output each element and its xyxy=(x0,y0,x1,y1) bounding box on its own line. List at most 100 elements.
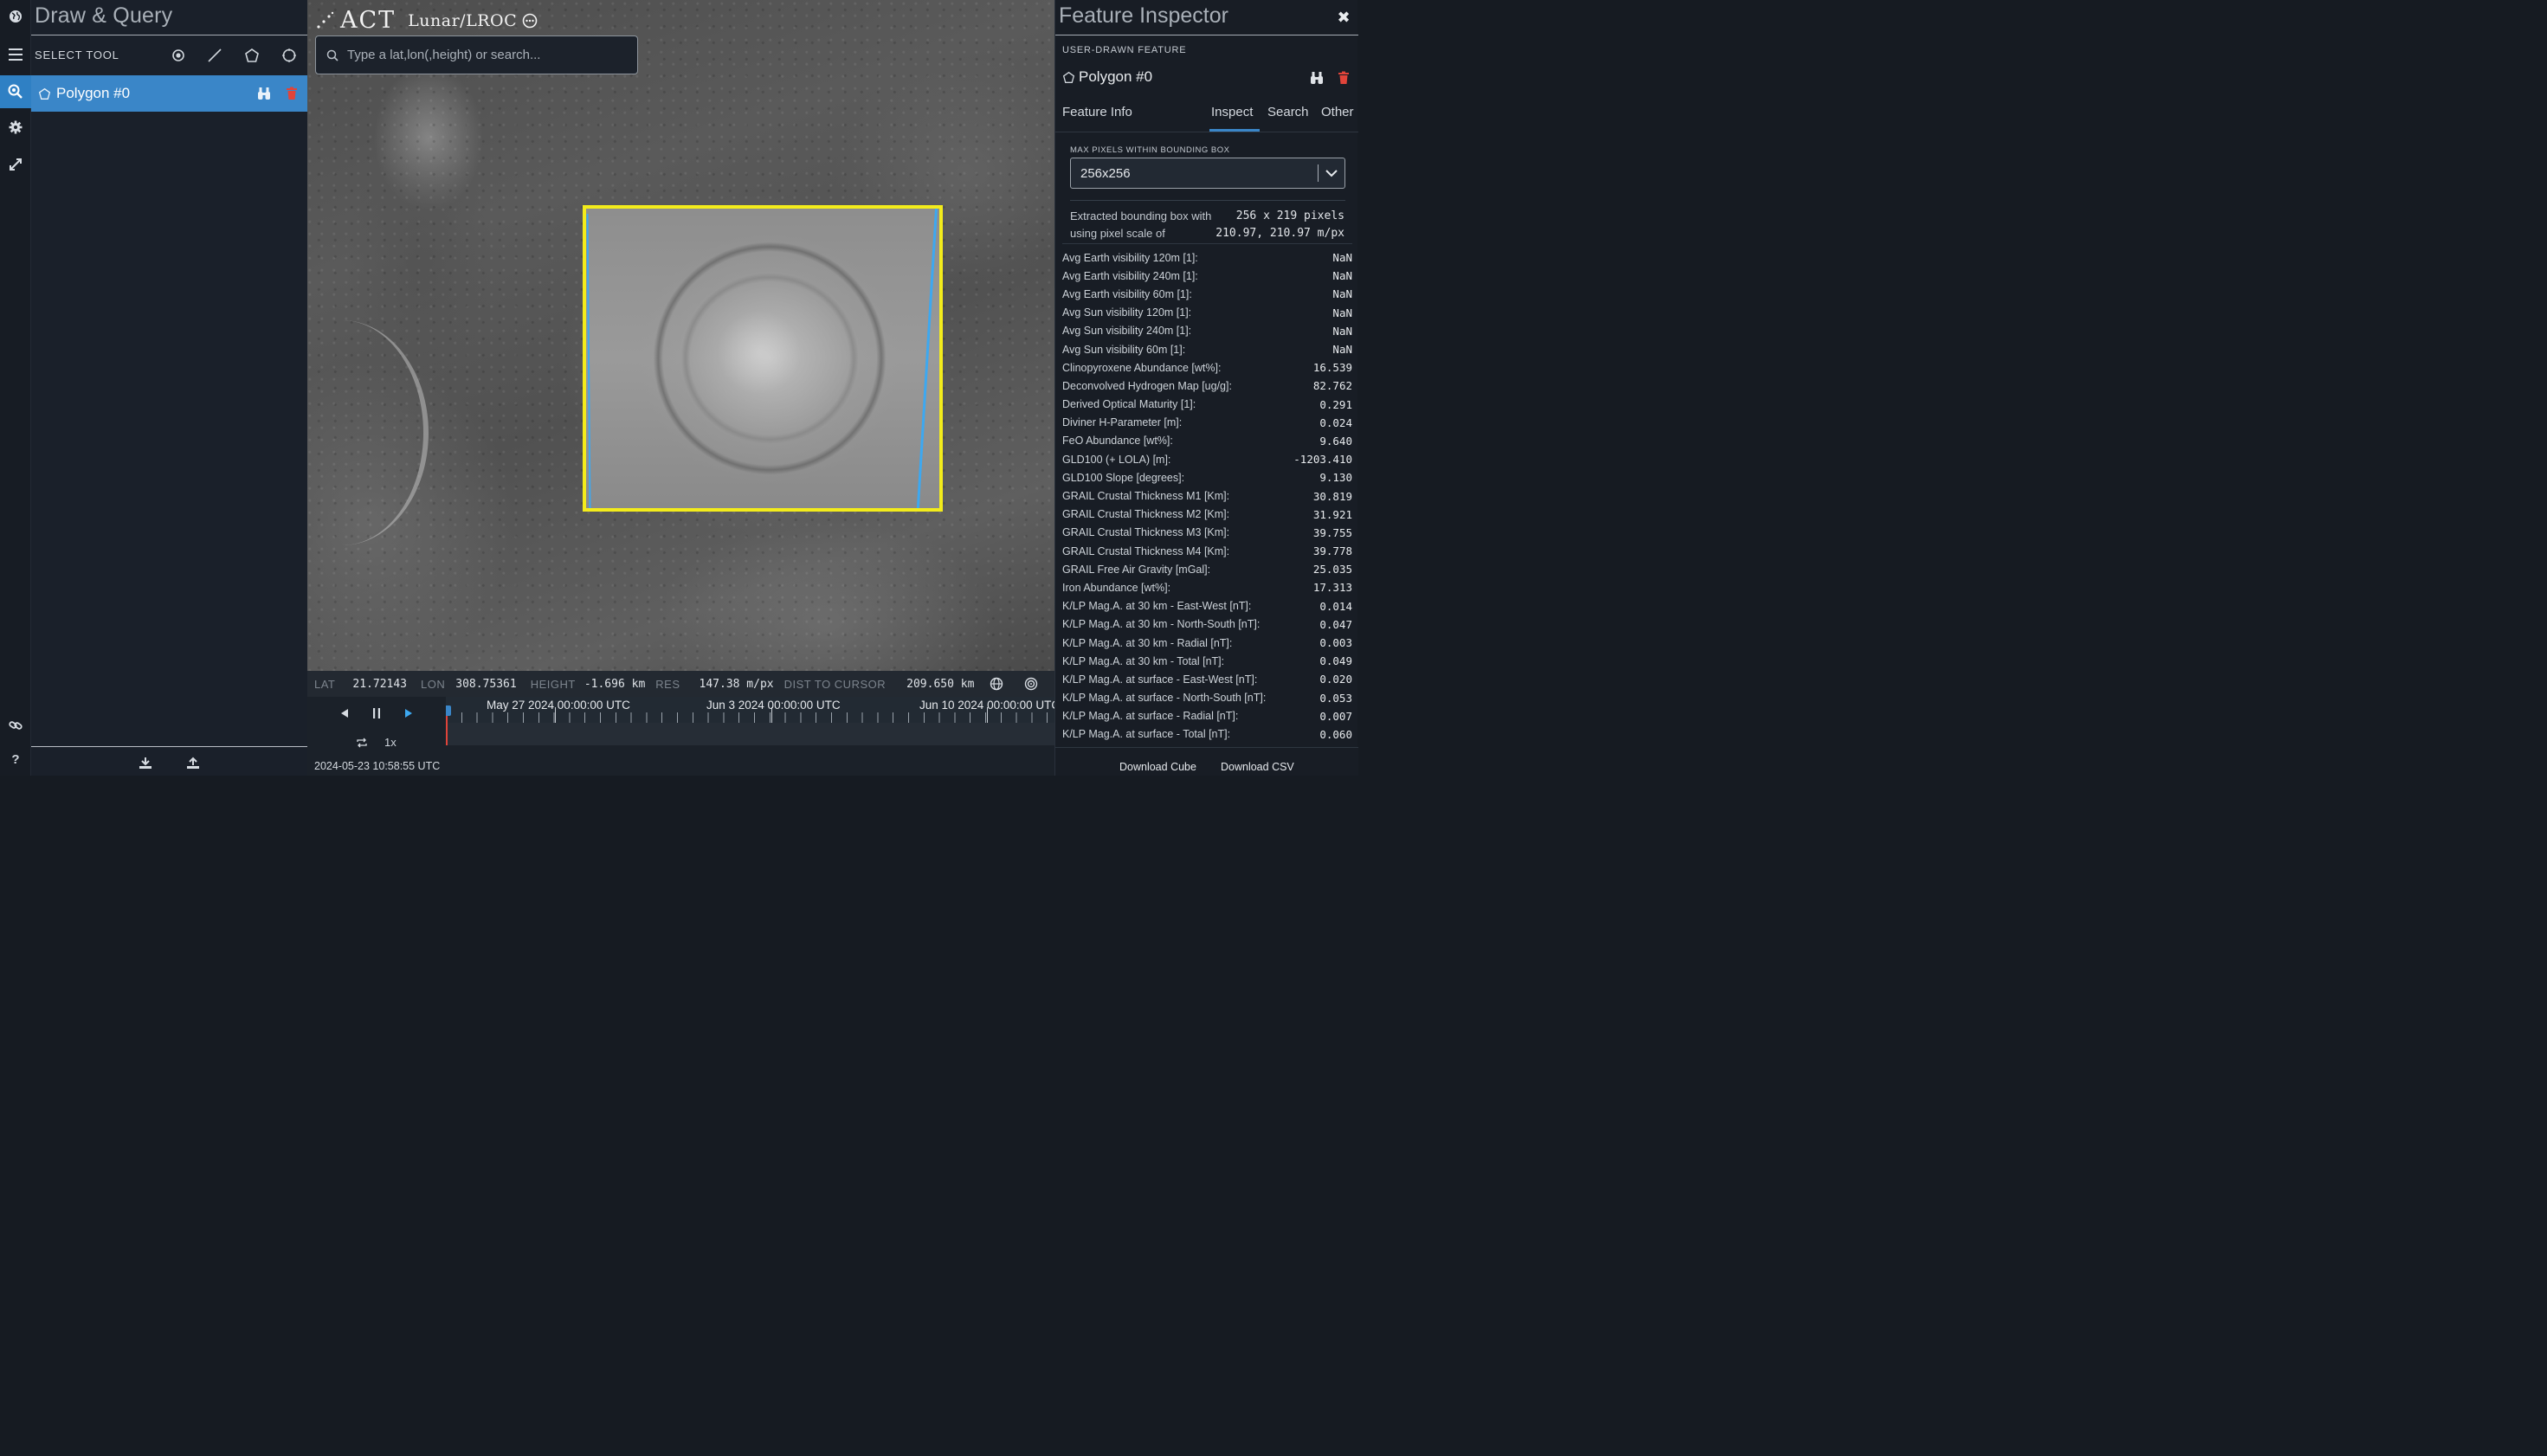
max-pixels-select[interactable]: 256x256 xyxy=(1070,158,1345,189)
point-tool-icon[interactable] xyxy=(168,45,189,66)
search-icon xyxy=(326,49,339,61)
current-time: 2024-05-23 10:58:55 UTC xyxy=(314,760,441,772)
more-options-icon[interactable] xyxy=(522,13,538,29)
tab-inspect[interactable]: Inspect xyxy=(1211,105,1253,119)
property-value: 0.291 xyxy=(1319,397,1352,411)
binoculars-icon[interactable] xyxy=(257,87,271,100)
property-row: Avg Earth visibility 120m [1]: NaN xyxy=(1062,248,1352,267)
property-value: NaN xyxy=(1332,269,1352,283)
property-value: 82.762 xyxy=(1312,379,1352,393)
property-value: 16.539 xyxy=(1312,361,1352,375)
property-name: Avg Earth visibility 240m [1]: xyxy=(1062,269,1198,282)
property-value: 25.035 xyxy=(1312,563,1352,577)
play-icon[interactable] xyxy=(403,707,415,719)
circle-tool-icon[interactable] xyxy=(279,45,300,66)
draw-query-tool-icon[interactable] xyxy=(0,75,31,108)
property-name: FeO Abundance [wt%]: xyxy=(1062,435,1173,448)
panel-title: Feature Inspector xyxy=(1059,3,1228,28)
lon-value: 308.75361 xyxy=(455,677,517,691)
property-name: Avg Sun visibility 240m [1]: xyxy=(1062,325,1192,338)
mission-name[interactable]: Lunar/LROC xyxy=(408,11,517,30)
search-box[interactable] xyxy=(315,35,638,74)
tab-other[interactable]: Other xyxy=(1321,105,1354,119)
property-name: K/LP Mag.A. at 30 km - East-West [nT]: xyxy=(1062,600,1252,613)
loop-icon[interactable] xyxy=(355,737,369,749)
polygon-icon xyxy=(1062,71,1075,84)
property-value: NaN xyxy=(1332,306,1352,319)
binoculars-icon[interactable] xyxy=(1310,71,1324,85)
property-name: K/LP Mag.A. at 30 km - North-South [nT]: xyxy=(1062,618,1261,631)
property-row: K/LP Mag.A. at 30 km - Radial [nT]: 0.003 xyxy=(1062,634,1352,652)
property-name: K/LP Mag.A. at surface - East-West [nT]: xyxy=(1062,673,1258,686)
property-row: K/LP Mag.A. at 30 km - Total [nT]: 0.049 xyxy=(1062,652,1352,670)
download-csv-button[interactable]: Download CSV xyxy=(1221,761,1294,773)
menu-icon[interactable] xyxy=(0,38,31,71)
divider xyxy=(1070,200,1345,201)
trash-icon[interactable] xyxy=(286,87,298,100)
property-list: Avg Earth visibility 120m [1]: NaN Avg Ear… xyxy=(1062,248,1352,744)
feature-list-item[interactable]: Polygon #0 xyxy=(31,75,307,112)
property-name: GLD100 Slope [degrees]: xyxy=(1062,471,1185,484)
property-name: GLD100 (+ LOLA) [m]: xyxy=(1062,453,1171,466)
property-row: Avg Earth visibility 60m [1]: NaN xyxy=(1062,285,1352,303)
property-row: K/LP Mag.A. at surface - East-West [nT]:… xyxy=(1062,670,1352,688)
step-back-icon[interactable] xyxy=(339,707,351,719)
close-icon[interactable]: ✖ xyxy=(1335,9,1352,26)
timeline-handle[interactable] xyxy=(446,705,451,716)
property-name: Avg Earth visibility 60m [1]: xyxy=(1062,287,1192,300)
property-name: Deconvolved Hydrogen Map [ug/g]: xyxy=(1062,379,1232,392)
property-row: Derived Optical Maturity [1]: 0.291 xyxy=(1062,396,1352,414)
height-value: -1.696 km xyxy=(584,677,646,691)
timeline-date-label: May 27 2024 00:00:00 UTC xyxy=(487,699,630,712)
polygon-feature[interactable] xyxy=(583,205,943,512)
chevron-down-icon[interactable] xyxy=(1319,169,1344,177)
timeline: 1x May 27 2024 00:00:00 UTC Jun 3 2024 0… xyxy=(307,697,1054,776)
inspector-tabs: Feature Info Inspect Search Other xyxy=(1055,97,1358,132)
bbox-scale: 210.97, 210.97 m/px xyxy=(1215,227,1344,240)
property-row: FeO Abundance [wt%]: 9.640 xyxy=(1062,432,1352,450)
help-icon[interactable]: ? xyxy=(0,743,31,776)
max-pixels-value: 256x256 xyxy=(1080,165,1131,181)
property-row: K/LP Mag.A. at 30 km - East-West [nT]: 0.… xyxy=(1062,597,1352,615)
feature-name: Polygon #0 xyxy=(56,85,131,101)
search-input[interactable] xyxy=(347,48,624,62)
bbox-description: Extracted bounding box with using pixel … xyxy=(1070,209,1212,240)
property-row: GRAIL Crustal Thickness M3 [Km]: 39.755 xyxy=(1062,524,1352,542)
upload-icon[interactable] xyxy=(183,753,203,772)
target-icon[interactable] xyxy=(1024,677,1038,691)
property-value: 31.921 xyxy=(1312,507,1352,521)
globe-icon[interactable] xyxy=(0,0,31,33)
property-name: K/LP Mag.A. at surface - Radial [nT]: xyxy=(1062,710,1239,723)
property-row: Diviner H-Parameter [m]: 0.024 xyxy=(1062,414,1352,432)
draw-panel: Draw & Query SELECT TOOL Polygon #0 xyxy=(31,0,307,776)
tab-search[interactable]: Search xyxy=(1267,105,1309,119)
line-tool-icon[interactable] xyxy=(204,45,225,66)
pause-icon[interactable] xyxy=(371,707,383,719)
lat-label: LAT xyxy=(314,677,336,691)
download-icon[interactable] xyxy=(135,753,156,772)
map-view[interactable]: ACT Lunar/LROC xyxy=(307,0,1054,671)
polygon-tool-icon[interactable] xyxy=(242,45,262,66)
gear-icon[interactable] xyxy=(0,111,31,144)
divider xyxy=(1062,243,1352,244)
property-name: Derived Optical Maturity [1]: xyxy=(1062,398,1196,411)
globe-icon[interactable] xyxy=(990,677,1003,691)
brand-logo: ACT xyxy=(340,7,397,34)
timeline-track[interactable]: May 27 2024 00:00:00 UTC Jun 3 2024 00:0… xyxy=(446,697,1054,745)
download-cube-button[interactable]: Download Cube xyxy=(1119,761,1196,773)
property-name: Avg Sun visibility 60m [1]: xyxy=(1062,343,1186,356)
link-icon[interactable] xyxy=(0,709,31,742)
property-value: 39.755 xyxy=(1312,525,1352,539)
bbox-values: 256 x 219 pixels 210.97, 210.97 m/px xyxy=(1215,208,1344,242)
property-name: K/LP Mag.A. at surface - North-South [nT… xyxy=(1062,692,1267,705)
timeline-date-label: Jun 3 2024 00:00:00 UTC xyxy=(706,699,841,712)
property-value: 9.640 xyxy=(1319,434,1352,448)
trash-icon[interactable] xyxy=(1338,71,1350,85)
inspector-footer: Download Cube Download CSV xyxy=(1055,747,1358,776)
extracted-imagery xyxy=(586,209,939,508)
property-row: K/LP Mag.A. at 30 km - North-South [nT]:… xyxy=(1062,615,1352,634)
property-name: Clinopyroxene Abundance [wt%]: xyxy=(1062,361,1222,374)
tab-feature-info[interactable]: Feature Info xyxy=(1062,105,1132,119)
expand-icon[interactable] xyxy=(0,148,31,181)
playback-speed[interactable]: 1x xyxy=(384,736,397,749)
